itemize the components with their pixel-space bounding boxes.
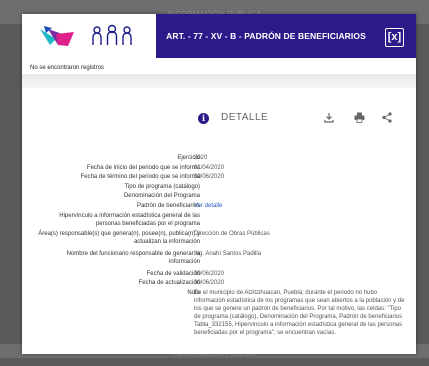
row-label: Hipervínculo a información estadística g… (59, 213, 200, 227)
row-label: Área(s) responsable(s) que genera(n), po… (38, 231, 200, 245)
row-value: Ing. Anahí Santos Padilla (194, 251, 262, 257)
row-value: 30/06/2020 (194, 280, 225, 286)
modal-header: ART. - 77 - XV - B - PADRÓN DE BENEFICIA… (22, 14, 416, 58)
row-label: Nota (187, 290, 200, 296)
detail-toolbar: i DETALLE (22, 110, 416, 130)
row-value: 30/06/2020 (194, 271, 225, 277)
modal-title: ART. - 77 - XV - B - PADRÓN DE BENEFICIA… (166, 31, 366, 41)
row-label: Padrón de beneficiarios (136, 203, 200, 209)
share-icon[interactable] (382, 112, 392, 123)
row-label: Ejercicio (177, 155, 200, 161)
detalle-label: DETALLE (221, 112, 269, 123)
transparency-people-icon (92, 24, 132, 45)
modal-shade (22, 74, 416, 88)
close-button[interactable]: [x] (385, 28, 404, 47)
no-records-message: No se encontraron registros (30, 65, 105, 71)
logo-area (22, 14, 156, 58)
print-icon[interactable] (354, 112, 365, 123)
info-icon: i (198, 113, 209, 124)
row-label: Fecha de actualización (138, 280, 200, 286)
ver-detalle-link[interactable]: Ver detalle (194, 202, 408, 210)
download-icon[interactable] (324, 112, 334, 123)
row-value: 30/06/2020 (194, 174, 225, 180)
row-value: Dirección de Obras Públicas (194, 231, 270, 237)
row-label: Tipo de programa (catálogo) (124, 184, 200, 190)
row-value: En el municipio de Atzitzihuacan, Puebla… (194, 290, 405, 336)
row-value: 2020 (194, 155, 208, 161)
row-label: Denominación del Programa (123, 193, 200, 199)
row-label: Fecha de validación (146, 271, 200, 277)
row-label: Fecha de inicio del periodo que se infor… (86, 165, 200, 171)
detail-modal: ART. - 77 - XV - B - PADRÓN DE BENEFICIA… (22, 14, 416, 354)
row-label: Nombre del funcionario responsable de ge… (66, 251, 200, 265)
municipality-logo-icon (40, 26, 74, 46)
row-label: Fecha de término del periodo que se info… (80, 174, 200, 180)
row-value: 01/04/2020 (194, 165, 225, 171)
